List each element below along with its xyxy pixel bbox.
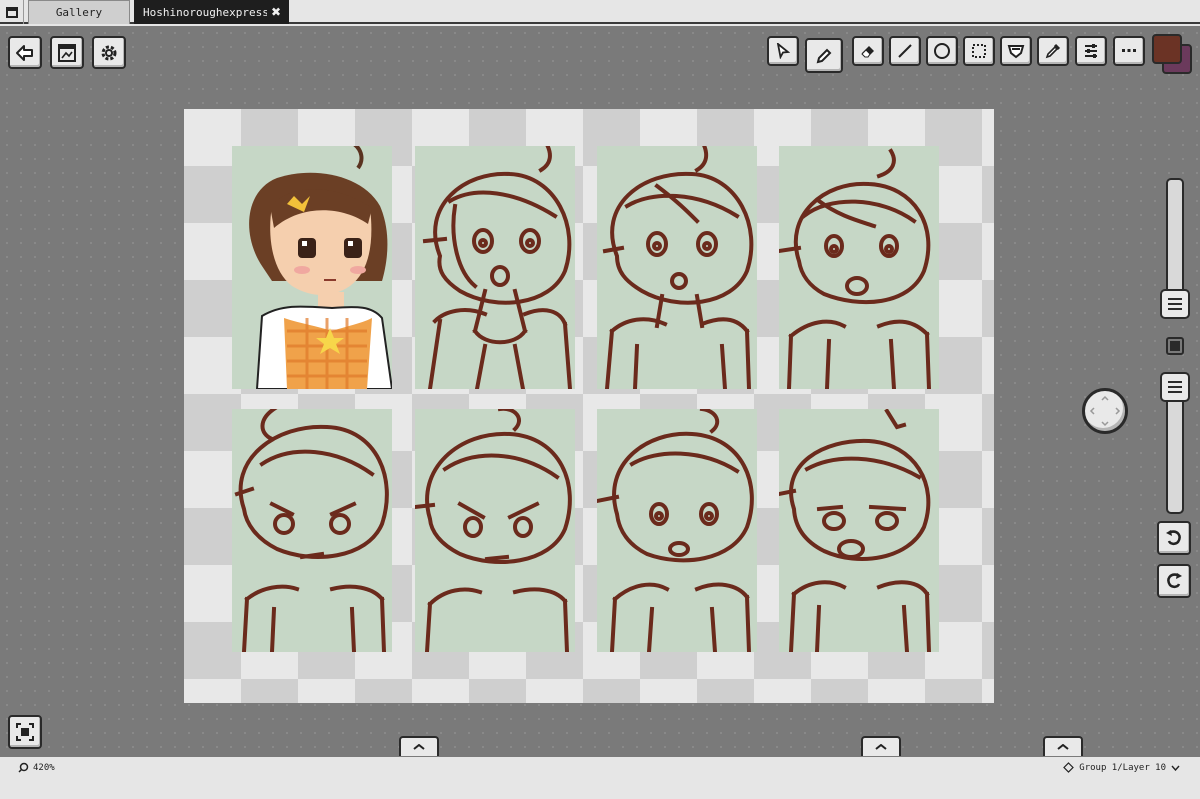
zoom-icon bbox=[18, 762, 29, 773]
redo-button[interactable] bbox=[1157, 564, 1191, 598]
ellipsis-icon bbox=[1122, 49, 1136, 52]
sketch-panel-3 bbox=[597, 146, 757, 389]
eraser-icon bbox=[861, 46, 874, 58]
sketch-panel-8 bbox=[779, 409, 939, 652]
sliders-icon bbox=[1085, 44, 1097, 58]
eraser-tool-button[interactable] bbox=[852, 36, 884, 66]
layers-icon bbox=[1063, 762, 1075, 773]
undo-icon bbox=[1166, 530, 1181, 546]
tab-gallery[interactable]: Gallery bbox=[28, 0, 130, 24]
pencil-icon bbox=[816, 48, 832, 63]
tab-bar: Gallery Hoshinoroughexpress… ✖ bbox=[0, 0, 1200, 24]
sketch-panel-2 bbox=[415, 146, 575, 389]
sketch-annoyed bbox=[234, 409, 389, 652]
sketch-angry bbox=[415, 409, 572, 652]
settings-button[interactable] bbox=[92, 36, 126, 69]
colored-portrait bbox=[249, 146, 392, 389]
eyedropper-tool-button[interactable] bbox=[1037, 36, 1069, 66]
zoom-indicator[interactable]: 420% bbox=[18, 762, 55, 773]
fit-screen-icon bbox=[16, 723, 34, 741]
pencil-tool-button[interactable] bbox=[805, 38, 843, 73]
brush-size-thumb[interactable] bbox=[1160, 289, 1190, 319]
fill-tool-button[interactable] bbox=[1000, 36, 1032, 66]
status-bar: 420% Group 1/Layer 10 bbox=[0, 757, 1200, 799]
fit-screen-button[interactable] bbox=[8, 715, 42, 749]
sketch-panel-5 bbox=[232, 409, 392, 652]
export-image-icon bbox=[58, 43, 76, 62]
primary-color-swatch[interactable] bbox=[1152, 34, 1182, 64]
sketch-surprised bbox=[422, 146, 573, 389]
back-arrow-icon bbox=[16, 44, 33, 61]
cursor-icon bbox=[776, 43, 790, 59]
bucket-icon bbox=[1007, 45, 1025, 59]
eyedropper-icon bbox=[1045, 43, 1061, 59]
expand-panel-left[interactable] bbox=[399, 736, 439, 756]
select-tool-button[interactable] bbox=[767, 36, 799, 66]
undo-button[interactable] bbox=[1157, 521, 1191, 555]
chevron-up-icon bbox=[875, 744, 887, 750]
pan-arrows-icon bbox=[1089, 395, 1121, 427]
tab-document[interactable]: Hoshinoroughexpress… ✖ bbox=[134, 0, 289, 24]
close-icon[interactable]: ✖ bbox=[271, 5, 281, 19]
ellipse-tool-button[interactable] bbox=[926, 36, 958, 66]
circle-icon bbox=[934, 43, 950, 59]
sketch-panel-4 bbox=[779, 146, 939, 389]
chevron-down-icon bbox=[1171, 765, 1180, 771]
line-icon bbox=[898, 44, 912, 58]
line-tool-button[interactable] bbox=[889, 36, 921, 66]
sketch-happy bbox=[597, 409, 754, 652]
opacity-thumb[interactable] bbox=[1160, 372, 1190, 402]
chevron-up-icon bbox=[413, 744, 425, 750]
sketch-panel-6 bbox=[415, 409, 575, 652]
sketch-panel-7 bbox=[597, 409, 757, 652]
chevron-up-icon bbox=[1057, 744, 1069, 750]
gear-icon bbox=[101, 45, 117, 60]
export-button[interactable] bbox=[50, 36, 84, 69]
zoom-level: 420% bbox=[33, 762, 55, 773]
pan-joystick[interactable] bbox=[1082, 388, 1128, 434]
workspace bbox=[0, 26, 1200, 757]
brush-preview bbox=[1166, 337, 1184, 355]
adjust-tool-button[interactable] bbox=[1075, 36, 1107, 66]
dashed-rect-icon bbox=[972, 44, 986, 58]
back-button[interactable] bbox=[8, 36, 42, 69]
selection-tool-button[interactable] bbox=[963, 36, 995, 66]
expand-panel-right[interactable] bbox=[1043, 736, 1083, 756]
tab-document-label: Hoshinoroughexpress… bbox=[143, 6, 267, 19]
app-menu-icon[interactable] bbox=[0, 0, 24, 24]
redo-icon bbox=[1167, 573, 1182, 589]
drawing-canvas[interactable] bbox=[184, 109, 994, 703]
sketch-open-mouth bbox=[602, 146, 754, 389]
layer-name: Group 1/Layer 10 bbox=[1079, 762, 1166, 773]
layer-selector[interactable]: Group 1/Layer 10 bbox=[1063, 762, 1180, 773]
more-tool-button[interactable] bbox=[1113, 36, 1145, 66]
artwork-panel-1 bbox=[232, 146, 392, 389]
tab-gallery-label: Gallery bbox=[55, 6, 103, 19]
sketch-frustrated bbox=[779, 409, 932, 652]
expand-panel-center[interactable] bbox=[861, 736, 901, 756]
sketch-shout bbox=[779, 148, 932, 389]
